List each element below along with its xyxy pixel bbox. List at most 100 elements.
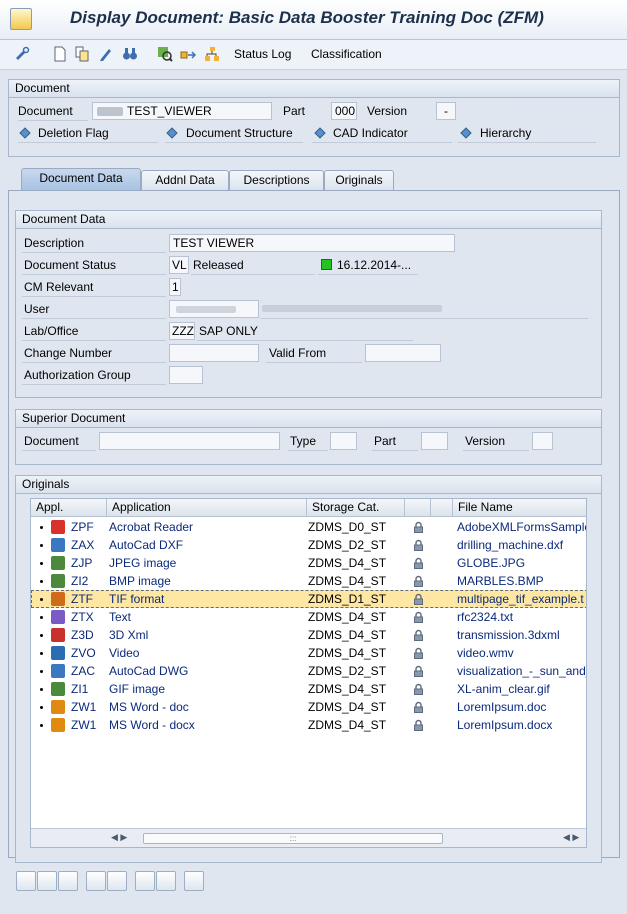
image-icon (51, 682, 65, 696)
classification-button[interactable]: Classification (311, 47, 382, 61)
lock-icon (414, 719, 423, 731)
appl-cell: ZAC (71, 664, 95, 678)
horizontal-scrollbar[interactable]: ◀ ▶ ::: ◀ ▶ (31, 828, 586, 847)
row-bullet (40, 670, 43, 673)
document-status-code[interactable]: VL (169, 256, 189, 274)
table-row[interactable]: ZPF Acrobat Reader ZDMS_D0_ST AdobeXMLForms… (31, 518, 586, 536)
check-in-icon[interactable] (135, 871, 155, 891)
column-header-spacer (431, 499, 453, 517)
description-label: Description (24, 236, 85, 250)
label-underline (22, 450, 96, 451)
table-row[interactable]: ZVO Video ZDMS_D4_ST video.wmv (31, 644, 586, 662)
column-header-lock[interactable] (405, 499, 431, 517)
version-field[interactable]: - (436, 102, 456, 120)
appl-cell: ZW1 (71, 718, 97, 732)
file-name-cell: drilling_machine.dxf (457, 538, 564, 552)
open-folder-icon[interactable] (107, 871, 127, 891)
originals-table: Appl. Application Storage Cat. File Name… (30, 498, 587, 848)
table-row[interactable]: ZI1 GIF image ZDMS_D4_ST XL-anim_clear.gif (31, 680, 586, 698)
file-name-cell: LoremIpsum.docx (457, 718, 553, 732)
label-underline (22, 384, 166, 385)
edit-pencil-icon[interactable] (98, 46, 114, 62)
3d-icon (51, 628, 65, 642)
label-underline (22, 340, 166, 341)
display-object-icon[interactable] (157, 46, 173, 62)
tab-document-data[interactable]: Document Data (21, 168, 141, 190)
new-document-icon[interactable] (52, 46, 68, 62)
lock-icon (414, 539, 423, 551)
edit-original-icon[interactable] (37, 871, 57, 891)
superior-type-field[interactable] (330, 432, 357, 450)
label-underline (165, 142, 303, 143)
part-field[interactable]: 000 (331, 102, 357, 120)
row-bullet (40, 634, 43, 637)
lock-icon (414, 665, 423, 677)
label-underline (22, 362, 166, 363)
tif-icon (51, 592, 65, 606)
storage-cell: ZDMS_D4_ST (308, 718, 387, 732)
tab-addnl-data[interactable]: Addnl Data (141, 170, 229, 190)
column-header-appl[interactable]: Appl. (31, 499, 107, 517)
document-number-field[interactable]: TEST_VIEWER (92, 102, 272, 120)
document-status-label: Document Status (24, 258, 117, 272)
part-label: Part (283, 104, 306, 118)
hierarchy-label: Hierarchy (480, 126, 532, 140)
superior-document-field[interactable] (99, 432, 280, 450)
column-header-application[interactable]: Application (107, 499, 307, 517)
description-field[interactable]: TEST VIEWER (169, 234, 455, 252)
find-binoculars-icon[interactable] (122, 46, 138, 62)
table-row[interactable]: ZW1 MS Word - docx ZDMS_D4_ST LoremIpsum.do… (31, 716, 586, 734)
table-row[interactable]: ZTF TIF format ZDMS_D1_ST multipage_tif_exa… (31, 590, 586, 608)
delete-original-icon[interactable] (184, 871, 204, 891)
table-row[interactable]: ZTX Text ZDMS_D4_ST rfc2324.txt (31, 608, 586, 626)
superior-version-field[interactable] (532, 432, 553, 450)
lock-icon (414, 521, 423, 533)
column-header-file-name[interactable]: File Name (453, 499, 586, 517)
table-row[interactable]: ZW1 MS Word - doc ZDMS_D4_ST LoremIpsum.doc (31, 698, 586, 716)
valid-from-field[interactable] (365, 344, 441, 362)
application-cell: BMP image (109, 574, 171, 588)
copy-document-icon[interactable] (74, 46, 90, 62)
application-cell: MS Word - docx (109, 718, 195, 732)
column-header-storage[interactable]: Storage Cat. (307, 499, 405, 517)
tab-descriptions[interactable]: Descriptions (229, 170, 324, 190)
appl-cell: ZI2 (71, 574, 89, 588)
row-bullet (40, 544, 43, 547)
table-row[interactable]: Z3D 3D Xml ZDMS_D4_ST transmission.3dxml (31, 626, 586, 644)
change-number-field[interactable] (169, 344, 259, 362)
superior-part-field[interactable] (421, 432, 448, 450)
table-row[interactable]: ZJP JPEG image ZDMS_D4_ST GLOBE.JPG (31, 554, 586, 572)
tab-originals[interactable]: Originals (324, 170, 394, 190)
scroll-left-icon[interactable]: ◀ ▶ (111, 832, 127, 843)
where-used-icon[interactable] (180, 46, 196, 62)
lock-icon (414, 557, 423, 569)
storage-cell: ZDMS_D2_ST (308, 538, 387, 552)
lab-office-code[interactable]: ZZZ (169, 322, 195, 340)
display-change-bottom-icon[interactable] (16, 871, 36, 891)
new-original-icon[interactable] (86, 871, 106, 891)
view-original-icon[interactable] (156, 871, 176, 891)
print-icon[interactable] (58, 871, 78, 891)
storage-cell: ZDMS_D4_ST (308, 646, 387, 660)
display-change-icon[interactable] (14, 46, 30, 62)
user-field[interactable] (169, 300, 259, 318)
label-underline (191, 274, 315, 275)
superior-document-label: Document (24, 434, 79, 448)
structure-icon[interactable] (204, 46, 220, 62)
cm-relevant-field[interactable]: 1 (169, 278, 181, 296)
scroll-thumb[interactable]: ::: (143, 833, 443, 844)
storage-cell: ZDMS_D4_ST (308, 682, 387, 696)
appl-cell: ZI1 (71, 682, 89, 696)
authorization-group-field[interactable] (169, 366, 203, 384)
table-row[interactable]: ZAC AutoCad DWG ZDMS_D2_ST visualization_-_… (31, 662, 586, 680)
table-row[interactable]: ZI2 BMP image ZDMS_D4_ST MARBLES.BMP (31, 572, 586, 590)
scroll-right-icon[interactable]: ◀ ▶ (563, 832, 579, 843)
document-status-text: Released (193, 258, 244, 272)
label-underline (22, 318, 166, 319)
row-bullet (40, 706, 43, 709)
application-cell: Acrobat Reader (109, 520, 194, 534)
application-toolbar: Status Log Classification (0, 40, 627, 70)
status-log-button[interactable]: Status Log (234, 47, 291, 61)
sap-menu-icon[interactable] (10, 8, 32, 30)
table-row[interactable]: ZAX AutoCad DXF ZDMS_D2_ST drilling_machine… (31, 536, 586, 554)
